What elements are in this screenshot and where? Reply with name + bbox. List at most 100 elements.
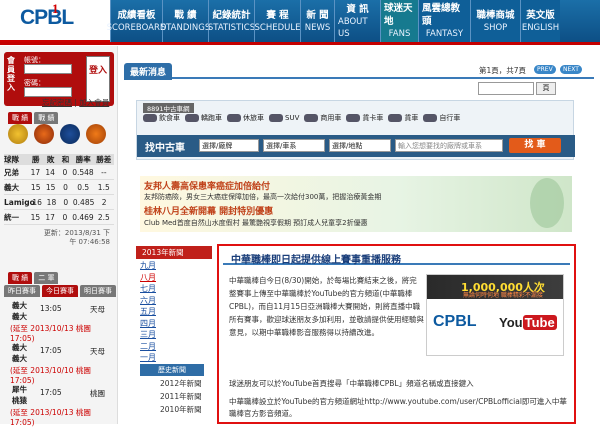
game-tabs: 戰 績 二 軍: [8, 272, 59, 284]
nav-item-2[interactable]: 紀錄統計 STATISTICS: [207, 0, 256, 42]
car-search-button[interactable]: 找 車: [509, 138, 561, 153]
team-logo-eda-icon[interactable]: [34, 124, 54, 144]
team-logo-lamigo-icon[interactable]: [60, 124, 80, 144]
tab-standings-first[interactable]: 戰 績: [8, 112, 33, 124]
login-button[interactable]: 登入: [86, 56, 110, 102]
join-member-link[interactable]: 加入會員: [79, 98, 109, 107]
car-series-select[interactable]: 選擇/車系: [263, 139, 325, 152]
nav-item-8[interactable]: 職棒商城 SHOP: [470, 0, 520, 42]
car-category[interactable]: 休旅車: [227, 113, 264, 123]
month-link[interactable]: 八月: [140, 272, 156, 283]
nav-item-zh: 英文版: [526, 9, 555, 21]
car-category[interactable]: 自行車: [423, 113, 460, 123]
team-logo-uni-icon[interactable]: [86, 124, 106, 144]
month-link[interactable]: 三月: [140, 329, 156, 340]
car-category[interactable]: 貨車: [388, 113, 418, 123]
standings-table: 球隊 勝 敗 和 勝率 勝差 兄弟 17 14 0 0.548 -- 義大 15 15 0 0.5 1…: [4, 154, 114, 225]
month-link[interactable]: 九月: [140, 260, 156, 271]
standings-row[interactable]: 義大 15 15 0 0.5 1.5: [4, 180, 114, 195]
col-loss: 敗: [46, 154, 55, 164]
nav-item-5[interactable]: 資 訊 ABOUT US: [334, 0, 380, 42]
nav-item-zh: 球迷天地: [384, 3, 413, 27]
nav-item-7[interactable]: 風雲總教頭 FANTASY: [418, 0, 470, 42]
tab-yesterday[interactable]: 昨日賽事: [4, 285, 40, 297]
car-category[interactable]: 貨卡車: [346, 113, 383, 123]
cpbl-logo[interactable]: CPBL 1: [0, 0, 110, 42]
standings-cell: Lamigo: [4, 197, 35, 207]
youtube-banner[interactable]: 1,000,000人次 無論何時何地 職棒精彩不漏接 CPBL You Tube: [426, 274, 564, 356]
month-link[interactable]: 一月: [140, 352, 156, 363]
standings-cell: 0: [63, 182, 68, 192]
sidebar: 會員登入 帳號： 密碼： 登入 忘記密碼 | 加入會員 戰 績 戰 績 球隊 勝…: [0, 46, 118, 427]
team-logo-brothers-icon[interactable]: [8, 124, 28, 144]
nav-item-1[interactable]: 戰 績 STANDINGS: [161, 0, 210, 42]
car-category[interactable]: 轎跑車: [185, 113, 222, 123]
game-team: 義大: [12, 301, 27, 310]
archive-year-link[interactable]: 2010年新聞: [160, 404, 202, 415]
nav-item-0[interactable]: 成績看板 SCOREBOARD: [107, 0, 166, 42]
nav-item-zh: 新 聞: [306, 9, 329, 21]
month-link[interactable]: 五月: [140, 306, 156, 317]
car-icon: [143, 114, 157, 122]
account-input[interactable]: [24, 64, 72, 74]
video-banner-bar: 1,000,000人次 無論何時何地 職棒精彩不漏接: [427, 275, 563, 299]
car-category-label: 自行車: [439, 114, 461, 122]
standings-cell: 15: [30, 212, 41, 222]
standings-row[interactable]: 兄弟 17 14 0 0.548 --: [4, 165, 114, 180]
col-pct: 勝率: [75, 154, 91, 164]
month-link[interactable]: 四月: [140, 318, 156, 329]
next-button[interactable]: NEXT: [560, 65, 582, 74]
article-body: 中華職棒自今日(8/30)開始，於每場比賽結束之後，將完整賽事上傳至中華職棒於Y…: [229, 276, 424, 337]
car-category[interactable]: 飲食車: [143, 113, 180, 123]
video-cpbl-logo: CPBL: [433, 313, 477, 330]
archive-year-link[interactable]: 2012年新聞: [160, 378, 202, 389]
ad-line-3[interactable]: 桂林八月全新開幕 開封特別優惠: [144, 204, 273, 217]
standings-row[interactable]: Lamigo 16 18 0 0.485 2: [4, 195, 114, 210]
month-link[interactable]: 六月: [140, 295, 156, 306]
year-label[interactable]: 2013年新聞: [136, 246, 212, 259]
news-filter-select[interactable]: [478, 82, 534, 95]
archive-year-link[interactable]: 2011年新聞: [160, 391, 202, 402]
article-title[interactable]: 中華職棒即日起提供線上賽事重播服務: [223, 249, 570, 266]
car-icon: [423, 114, 438, 122]
nav-item-3[interactable]: 賽 程 SCHEDULE: [254, 0, 300, 42]
car-location-select[interactable]: 選擇/地點: [329, 139, 391, 152]
standings-cell: 18: [46, 197, 57, 207]
car-icon: [388, 114, 403, 122]
month-link[interactable]: 七月: [140, 283, 156, 294]
news-bar: 最新消息 第1頁，共7頁 PREV NEXT: [124, 63, 594, 80]
nav-item-en: STATISTICS: [207, 22, 256, 33]
nav-item-4[interactable]: 新 聞 NEWS: [300, 0, 334, 42]
nav-item-en: FANTASY: [425, 29, 464, 39]
password-input[interactable]: [24, 87, 72, 97]
standings-cell: 兄弟: [4, 167, 19, 177]
news-filter-button[interactable]: 頁: [536, 82, 556, 95]
game-item[interactable]: 犀牛 17:05 桃園 桃猿 (延至 2013/10/13 桃園 17:05): [4, 382, 114, 427]
game-item[interactable]: 義大 13:05 天母 義大 (延至 2013/10/13 桃園 17:05): [4, 298, 114, 343]
ad-line-1[interactable]: 友邦人壽高保患率癌症加倍給付: [144, 179, 270, 192]
car-brand-select[interactable]: 選擇/廠牌: [199, 139, 259, 152]
prev-button[interactable]: PREV: [534, 65, 556, 74]
ad-banner[interactable]: 友邦人壽高保患率癌症加倍給付 友邦防癌險，男女三大癌症保障加倍，最高一次給付30…: [140, 176, 572, 232]
col-team: 球隊: [4, 154, 19, 164]
col-win: 勝: [31, 154, 40, 164]
month-link[interactable]: 二月: [140, 341, 156, 352]
archive-label[interactable]: 歷史新聞: [140, 364, 204, 376]
nav-item-zh: 職棒商城: [476, 9, 515, 21]
car-keyword-input[interactable]: 輸入您想要找的廠牌或車系: [395, 139, 503, 152]
car-category[interactable]: SUV: [269, 113, 299, 123]
nav-item-9[interactable]: 英文版 ENGLISH: [520, 0, 560, 42]
tab-games-first[interactable]: 戰 績: [8, 272, 33, 284]
forgot-password-link[interactable]: 忘記密碼: [42, 98, 72, 107]
game-item[interactable]: 義大 17:05 天母 義大 (延至 2013/10/10 桃園 17:05): [4, 340, 114, 385]
tab-games-second[interactable]: 二 軍: [34, 272, 59, 284]
car-widget: 8891中古車網 飲食車 轎跑車 休旅車 SUV 商用車 貨卡車 貨車 自行車 找中古車 選擇…: [136, 100, 575, 160]
tab-today[interactable]: 今日賽事: [42, 285, 78, 297]
standings-row[interactable]: 統一 15 17 0 0.469 2.5: [4, 210, 114, 225]
nav-item-zh: 紀錄統計: [212, 9, 251, 21]
car-category[interactable]: 商用車: [304, 113, 341, 123]
nav-item-6[interactable]: 球迷天地 FANS: [380, 0, 418, 42]
news-tab[interactable]: 最新消息: [124, 63, 173, 80]
tab-tomorrow[interactable]: 明日賽事: [80, 285, 116, 297]
tab-standings-second[interactable]: 戰 績: [34, 112, 59, 124]
